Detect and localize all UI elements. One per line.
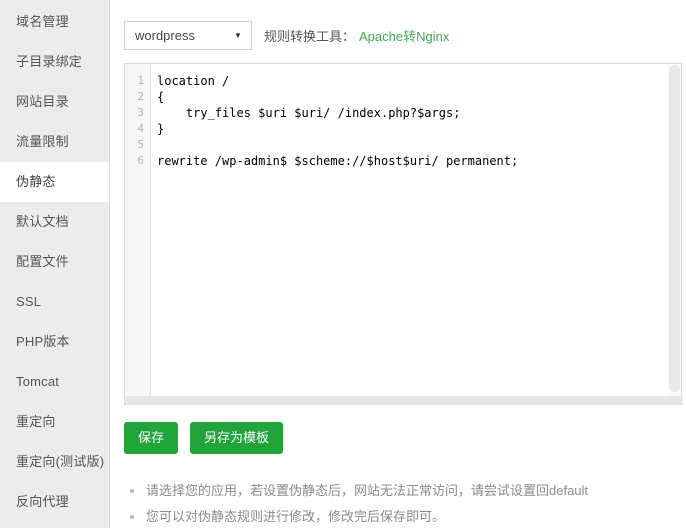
sidebar-item-redirect[interactable]: 重定向 bbox=[0, 402, 109, 442]
editor-line-number-gutter: 1 2 3 4 5 6 bbox=[125, 64, 151, 404]
sidebar-item-label: 重定向 bbox=[16, 414, 56, 429]
bullet-icon bbox=[130, 515, 134, 519]
site-settings-panel: 域名管理 子目录绑定 网站目录 流量限制 伪静态 默认文档 配置文件 SSL P… bbox=[0, 0, 686, 528]
sidebar-item-ssl[interactable]: SSL bbox=[0, 282, 109, 322]
editor-text-area[interactable]: location / { try_files $uri $uri/ /index… bbox=[152, 64, 667, 404]
sidebar-item-label: 域名管理 bbox=[16, 14, 69, 29]
line-number: 1 bbox=[137, 74, 144, 87]
sidebar-item-rewrite[interactable]: 伪静态 bbox=[0, 162, 109, 202]
sidebar-item-label: 流量限制 bbox=[16, 134, 69, 149]
sidebar-item-label: PHP版本 bbox=[16, 334, 70, 349]
action-buttons: 保存 另存为模板 bbox=[124, 422, 284, 454]
tip-text: 您可以对伪静态规则进行修改，修改完后保存即可。 bbox=[146, 509, 446, 524]
sidebar-item-label: Tomcat bbox=[16, 374, 60, 389]
code-line: location / bbox=[157, 74, 230, 88]
sidebar-item-label: 重定向(测试版) bbox=[16, 454, 105, 469]
sidebar-item-label: SSL bbox=[16, 294, 42, 309]
editor-horizontal-scrollbar-thumb[interactable] bbox=[124, 396, 683, 405]
code-line: } bbox=[157, 122, 165, 136]
apache-to-nginx-link[interactable]: Apache转Nginx bbox=[359, 26, 449, 45]
sidebar-item-traffic-limit[interactable]: 流量限制 bbox=[0, 122, 109, 162]
list-item: 请选择您的应用，若设置伪静态后，网站无法正常访问，请尝试设置回default bbox=[128, 478, 588, 504]
sidebar-item-label: 子目录绑定 bbox=[16, 54, 83, 69]
editor-horizontal-scrollbar[interactable] bbox=[124, 396, 683, 405]
sidebar-item-redirect-beta[interactable]: 重定向(测试版) bbox=[0, 442, 109, 482]
line-number: 2 bbox=[137, 90, 144, 103]
chevron-down-icon: ▼ bbox=[234, 30, 242, 40]
line-number: 3 bbox=[137, 106, 144, 119]
sidebar-item-label: 配置文件 bbox=[16, 254, 69, 269]
editor-vertical-scrollbar[interactable] bbox=[668, 64, 681, 404]
sidebar-item-label: 伪静态 bbox=[16, 174, 56, 189]
sidebar-item-label: 反向代理 bbox=[16, 494, 69, 509]
sidebar-item-label: 网站目录 bbox=[16, 94, 69, 109]
line-number: 5 bbox=[137, 138, 144, 151]
sidebar-item-php-version[interactable]: PHP版本 bbox=[0, 322, 109, 362]
save-as-template-button[interactable]: 另存为模板 bbox=[190, 422, 284, 454]
sidebar-item-reverse-proxy[interactable]: 反向代理 bbox=[0, 482, 109, 522]
sidebar-item-subdirectory-binding[interactable]: 子目录绑定 bbox=[0, 42, 109, 82]
code-line: try_files $uri $uri/ /index.php?$args; bbox=[157, 106, 461, 120]
sidebar-item-tomcat[interactable]: Tomcat bbox=[0, 362, 109, 402]
sidebar-item-domain-management[interactable]: 域名管理 bbox=[0, 2, 109, 42]
toolbar: wordpress ▼ 规则转换工具： Apache转Nginx bbox=[124, 21, 449, 50]
converter-label: 规则转换工具： bbox=[264, 29, 356, 44]
list-item: 您可以对伪静态规则进行修改，修改完后保存即可。 bbox=[128, 504, 588, 530]
sidebar-item-label: 默认文档 bbox=[16, 214, 69, 229]
rewrite-rule-code-editor[interactable]: 1 2 3 4 5 6 location / { try_files $uri … bbox=[124, 63, 682, 405]
sidebar-item-default-document[interactable]: 默认文档 bbox=[0, 202, 109, 242]
tip-text: 请选择您的应用，若设置伪静态后，网站无法正常访问，请尝试设置回default bbox=[146, 483, 589, 498]
sidebar-nav: 域名管理 子目录绑定 网站目录 流量限制 伪静态 默认文档 配置文件 SSL P… bbox=[0, 0, 110, 528]
editor-vertical-scrollbar-thumb[interactable] bbox=[669, 65, 680, 392]
rewrite-template-select[interactable]: wordpress ▼ bbox=[124, 21, 252, 50]
bullet-icon bbox=[130, 489, 134, 493]
tips-list: 请选择您的应用，若设置伪静态后，网站无法正常访问，请尝试设置回default 您… bbox=[128, 478, 588, 530]
code-line: { bbox=[157, 90, 165, 104]
line-number: 4 bbox=[137, 122, 144, 135]
code-line: rewrite /wp-admin$ $scheme://$host$uri/ … bbox=[157, 154, 519, 168]
sidebar-item-site-directory[interactable]: 网站目录 bbox=[0, 82, 109, 122]
rewrite-template-select-value: wordpress bbox=[135, 28, 195, 43]
sidebar-item-config-file[interactable]: 配置文件 bbox=[0, 242, 109, 282]
main-content: wordpress ▼ 规则转换工具： Apache转Nginx 1 2 3 4… bbox=[110, 0, 686, 528]
line-number: 6 bbox=[137, 154, 144, 167]
save-button[interactable]: 保存 bbox=[124, 422, 179, 454]
